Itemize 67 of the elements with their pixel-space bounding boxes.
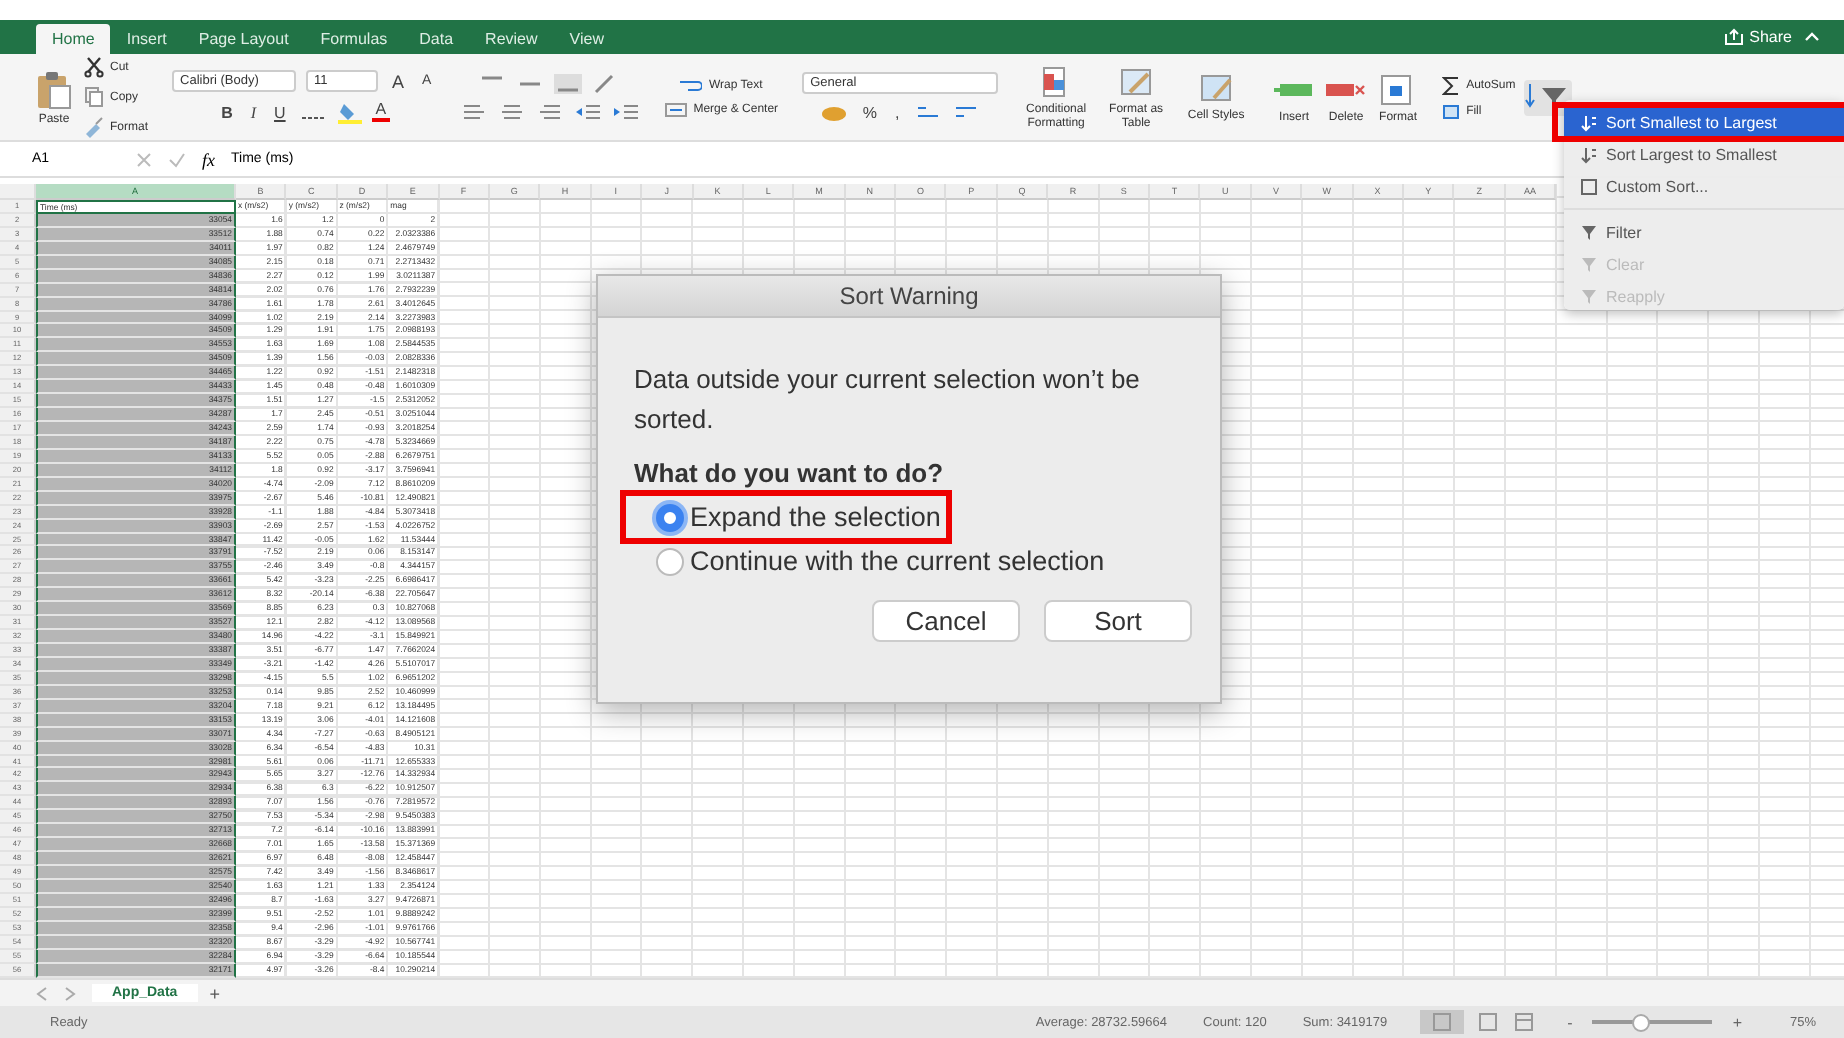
custom-sort-icon bbox=[1580, 177, 1598, 195]
decrease-decimal-icon[interactable] bbox=[951, 102, 980, 122]
paintbrush-icon bbox=[84, 116, 104, 138]
delete-row-icon bbox=[1326, 83, 1367, 95]
sort-descending-icon bbox=[1580, 145, 1598, 163]
option-label[interactable]: Expand the selection bbox=[690, 502, 941, 532]
page-break-view-icon[interactable] bbox=[1511, 1012, 1536, 1032]
function-button[interactable]: fx bbox=[202, 149, 215, 169]
percent-button[interactable]: % bbox=[858, 103, 881, 121]
scissors-icon bbox=[84, 56, 104, 78]
ribbon-tab[interactable]: Insert bbox=[110, 24, 183, 54]
dialog-title: Sort Warning bbox=[598, 276, 1220, 318]
bottom-align-icon[interactable] bbox=[554, 73, 583, 93]
filter-icon bbox=[1580, 223, 1598, 241]
share-icon bbox=[1723, 28, 1744, 46]
comma-button[interactable]: , bbox=[891, 103, 904, 121]
wrap-icon bbox=[678, 77, 703, 93]
ribbon-tab[interactable]: Data bbox=[403, 24, 470, 54]
clipboard-icon bbox=[36, 69, 72, 109]
ribbon-tab[interactable]: View bbox=[553, 24, 620, 54]
italic-button[interactable]: I bbox=[246, 103, 261, 121]
menu-item[interactable]: Sort Largest to Smallest bbox=[1564, 138, 1844, 170]
option-label[interactable]: Continue with the current selection bbox=[690, 546, 1105, 576]
dialog-button[interactable]: Cancel bbox=[872, 600, 1020, 642]
font-color-button[interactable]: A bbox=[371, 102, 391, 122]
reapply-icon bbox=[1580, 287, 1598, 305]
share-button[interactable]: Share bbox=[1723, 28, 1792, 46]
align-center-icon[interactable] bbox=[497, 101, 526, 121]
ribbon-tab[interactable]: Page Layout bbox=[182, 24, 305, 54]
ribbon-tab[interactable]: Formulas bbox=[304, 24, 404, 54]
dialog-question: What do you want to do? bbox=[634, 458, 946, 488]
next-sheet-icon[interactable] bbox=[64, 985, 76, 1001]
normal-view-icon[interactable] bbox=[1419, 1010, 1464, 1034]
previous-sheet-icon[interactable] bbox=[36, 985, 48, 1001]
radio-button[interactable] bbox=[656, 503, 684, 531]
dialog-message: Data outside your current selection won’t be sorted. bbox=[634, 362, 1142, 438]
underline-button[interactable]: U bbox=[270, 103, 290, 121]
increase-decimal-icon[interactable] bbox=[913, 102, 942, 122]
zoom-in-button[interactable]: + bbox=[1732, 1013, 1742, 1031]
fill-down-icon bbox=[1442, 103, 1461, 119]
confirm-icon[interactable] bbox=[168, 151, 186, 167]
increase-indent-icon[interactable] bbox=[611, 101, 640, 121]
grow-font-button[interactable]: A bbox=[388, 71, 409, 91]
table-icon bbox=[1118, 63, 1155, 100]
insert-row-icon bbox=[1274, 83, 1315, 95]
clear-filter-icon bbox=[1580, 255, 1598, 273]
cancel-icon[interactable] bbox=[136, 151, 152, 167]
sort-ascending-icon bbox=[1580, 113, 1598, 131]
decrease-indent-icon[interactable] bbox=[573, 101, 602, 121]
copy-icon bbox=[84, 86, 104, 108]
zoom-out-button[interactable]: - bbox=[1567, 1013, 1573, 1031]
add-sheet-button[interactable]: + bbox=[209, 983, 220, 1003]
menu-item[interactable]: Filter bbox=[1564, 216, 1844, 248]
currency-icon[interactable] bbox=[820, 102, 849, 122]
bold-button[interactable]: B bbox=[217, 103, 237, 121]
merge-icon bbox=[663, 101, 688, 117]
dialog-button[interactable]: Sort bbox=[1044, 600, 1192, 642]
ribbon-tab[interactable]: Review bbox=[469, 24, 554, 54]
ribbon-tab[interactable]: Home bbox=[36, 24, 111, 54]
fill-color-icon[interactable] bbox=[337, 100, 362, 124]
page-layout-view-icon[interactable] bbox=[1475, 1012, 1500, 1032]
sigma-icon bbox=[1442, 75, 1461, 95]
align-right-icon[interactable] bbox=[535, 101, 564, 121]
collapse-icon[interactable] bbox=[1804, 30, 1820, 42]
align-left-icon[interactable] bbox=[459, 101, 488, 121]
radio-button[interactable] bbox=[656, 547, 684, 575]
menu-item[interactable]: Custom Sort... bbox=[1564, 170, 1844, 202]
